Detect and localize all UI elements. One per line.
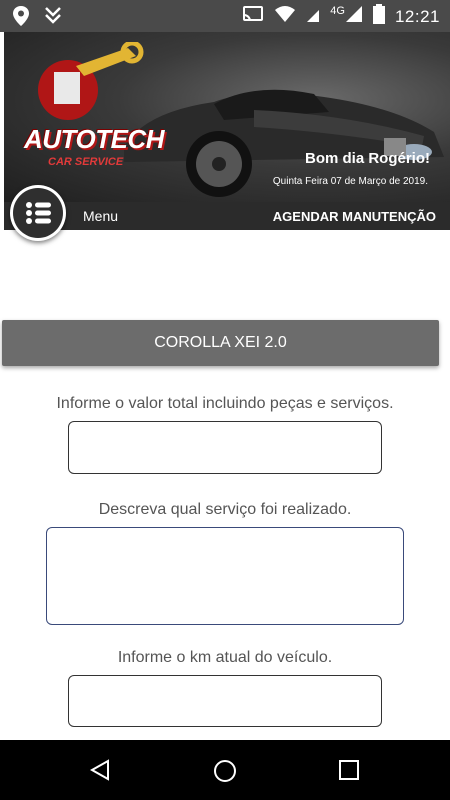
logo-sub-text: CAR SERVICE <box>48 156 124 168</box>
clock: 12:21 <box>394 6 440 26</box>
wifi-icon <box>274 5 296 28</box>
cast-icon <box>242 5 264 28</box>
current-date: Quinta Feira 07 de Março de 2019. <box>272 176 428 187</box>
download-icon <box>44 5 62 32</box>
home-icon[interactable] <box>212 758 238 784</box>
recents-icon[interactable] <box>338 759 360 781</box>
network-type: 4G <box>330 4 345 17</box>
vehicle-selector[interactable]: COROLLA XEI 2.0 <box>2 320 439 366</box>
total-value-input[interactable] <box>68 421 382 474</box>
greeting: Bom dia Rogério! <box>304 150 430 167</box>
menu-button[interactable] <box>10 185 66 241</box>
menu-label[interactable]: Menu <box>83 208 118 224</box>
menu-bar: Menu AGENDAR MANUTENÇÃO <box>4 202 450 230</box>
km-input[interactable] <box>68 675 382 727</box>
header-banner: AUTOTECH CAR SERVICE Bom dia Rogério! Qu… <box>4 32 450 202</box>
battery-icon <box>372 4 385 29</box>
location-pin-icon <box>12 5 30 32</box>
schedule-maintenance-link[interactable]: AGENDAR MANUTENÇÃO <box>273 209 436 224</box>
status-bar: 4G 12:21 <box>0 0 450 32</box>
service-description-input[interactable] <box>46 527 404 625</box>
list-menu-icon <box>26 202 51 224</box>
signal-small-icon <box>306 5 320 28</box>
km-label: Informe o km atual do veículo. <box>117 649 333 666</box>
logo-brand-text: AUTOTECH <box>24 124 164 154</box>
back-icon[interactable] <box>88 758 112 782</box>
navigation-bar <box>0 740 450 800</box>
signal-icon <box>345 5 363 28</box>
value-label: Informe o valor total incluindo peças e … <box>56 395 394 412</box>
service-label: Descreva qual serviço foi realizado. <box>98 501 352 518</box>
autotech-logo: AUTOTECH CAR SERVICE <box>18 40 164 192</box>
